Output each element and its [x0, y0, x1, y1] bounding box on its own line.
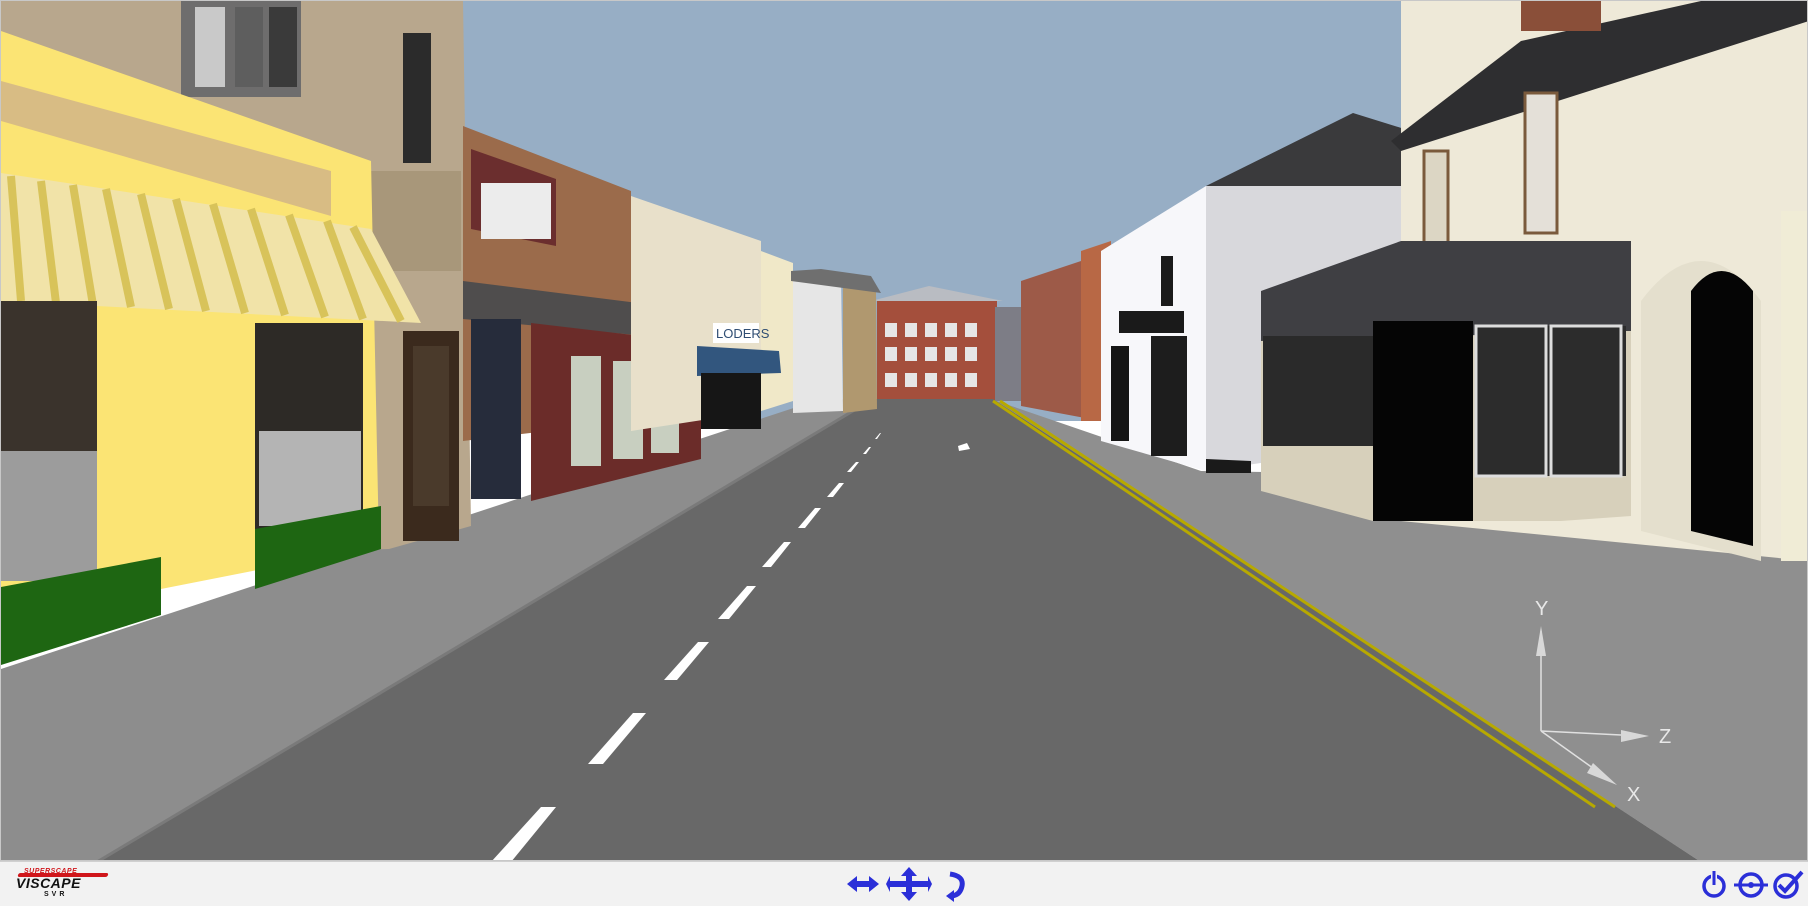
logo-superscape-text: SUPERSCAPE	[24, 868, 78, 875]
axis-label-x: X	[1627, 784, 1640, 806]
rotate-icon[interactable]	[944, 866, 966, 902]
axis-label-y: Y	[1535, 598, 1548, 620]
check-icon[interactable]	[1772, 866, 1804, 902]
move-cross-icon[interactable]	[886, 866, 932, 902]
logo-viscape-text: VISCAPE	[16, 875, 81, 891]
upper-window-2	[1523, 91, 1559, 235]
viscape-logo: SUPERSCAPE VISCAPE SVR	[14, 868, 110, 900]
shop-sign-loders: LODERS	[716, 326, 770, 341]
bottom-toolbar: SUPERSCAPE VISCAPE SVR	[0, 861, 1808, 906]
pan-arrows-icon[interactable]	[845, 866, 881, 902]
3d-viewport[interactable]: LODERS Y Z X	[0, 0, 1808, 861]
axis-label-z: Z	[1659, 726, 1671, 748]
logo-svr-text: SVR	[44, 891, 68, 898]
power-icon[interactable]	[1700, 866, 1728, 902]
step-icon[interactable]	[1734, 866, 1768, 902]
upper-window-1	[1422, 149, 1450, 248]
street-scene[interactable]: LODERS Y Z X	[1, 1, 1808, 861]
